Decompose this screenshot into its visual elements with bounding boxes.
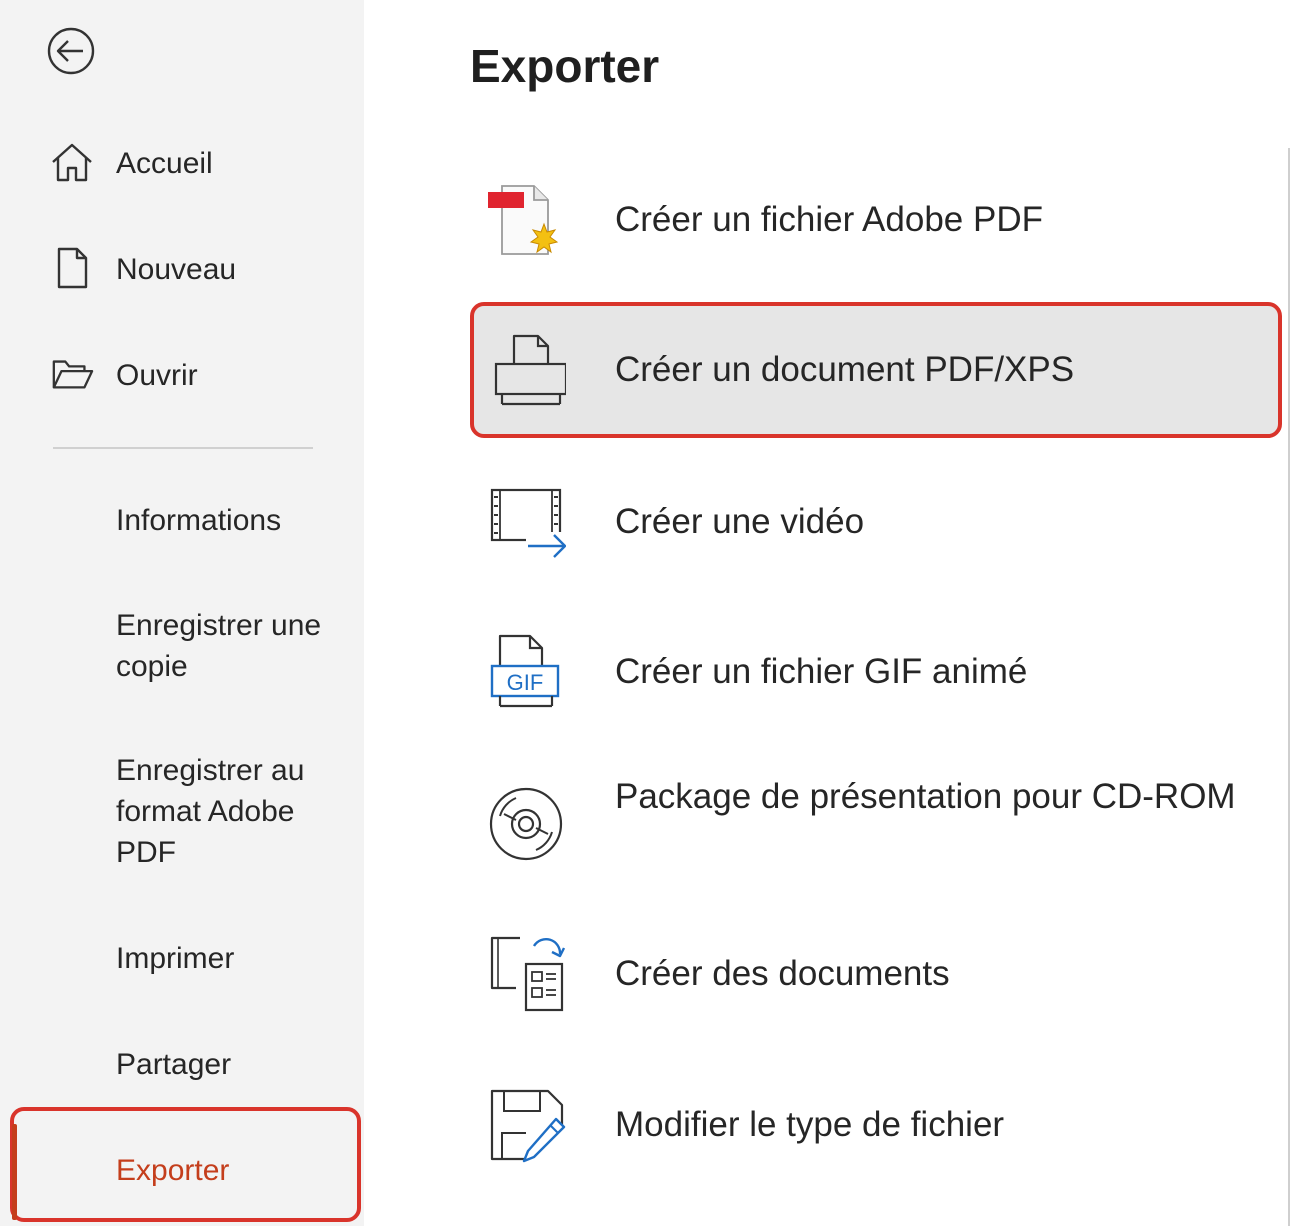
option-create-adobe-pdf[interactable]: Créer un fichier Adobe PDF (470, 152, 1282, 288)
cd-rom-icon (486, 784, 566, 864)
option-create-pdf-xps[interactable]: Créer un document PDF/XPS (470, 302, 1282, 438)
option-create-video[interactable]: Créer une vidéo (470, 454, 1282, 590)
back-button[interactable] (40, 24, 102, 78)
sidebar-divider (53, 447, 313, 449)
new-document-icon (50, 246, 94, 290)
option-create-handouts[interactable]: Créer des documents (470, 906, 1282, 1042)
sidebar-item-label: Imprimer (116, 942, 235, 975)
home-icon (50, 140, 94, 184)
pdf-xps-icon (486, 330, 566, 410)
sidebar-item-label: Ouvrir (116, 359, 198, 392)
scrollbar[interactable] (1288, 148, 1290, 1226)
gif-icon-text: GIF (507, 670, 544, 695)
option-label: Créer une vidéo (615, 502, 865, 541)
change-file-type-icon (486, 1085, 566, 1165)
option-change-file-type[interactable]: Modifier le type de fichier (470, 1057, 1282, 1193)
option-label: Créer des documents (615, 954, 950, 993)
sidebar-item-label: Informations (116, 504, 282, 537)
sidebar-item-enregistrer-adobe-pdf[interactable]: Enregistrer au format Adobe PDF (0, 750, 364, 880)
option-label: Package de présentation pour CD-ROM (615, 777, 1236, 816)
sidebar-item-label: Enregistrer au format Adobe PDF (116, 754, 305, 869)
sidebar-item-exporter[interactable]: Exporter (0, 1150, 364, 1198)
back-arrow-icon (47, 27, 95, 75)
option-label: Créer un fichier GIF animé (615, 652, 1028, 691)
page-title: Exporter (470, 40, 660, 92)
sidebar-item-ouvrir[interactable]: Ouvrir (0, 352, 364, 402)
option-label: Créer un document PDF/XPS (615, 350, 1075, 389)
option-label: Modifier le type de fichier (615, 1105, 1005, 1144)
sidebar-item-enregistrer-copie[interactable]: Enregistrer une copie (0, 605, 364, 695)
sidebar-item-label: Accueil (116, 147, 213, 180)
sidebar-item-partager[interactable]: Partager (0, 1044, 364, 1092)
handouts-icon (486, 934, 566, 1014)
backstage-sidebar: Accueil Nouveau Ouvrir Informations Enre… (0, 0, 364, 1226)
sidebar-item-imprimer[interactable]: Imprimer (0, 938, 364, 986)
option-package-cd-rom[interactable]: Package de présentation pour CD-ROM (470, 756, 1282, 892)
video-icon (486, 482, 566, 562)
sidebar-item-nouveau[interactable]: Nouveau (0, 246, 364, 296)
sidebar-item-informations[interactable]: Informations (0, 500, 364, 548)
adobe-pdf-icon (486, 180, 566, 260)
option-label: Créer un fichier Adobe PDF (615, 200, 1043, 239)
sidebar-item-label: Exporter (116, 1154, 230, 1187)
gif-icon: GIF (486, 632, 566, 712)
sidebar-item-label: Enregistrer une copie (116, 609, 322, 683)
sidebar-item-label: Partager (116, 1048, 232, 1081)
sidebar-item-accueil[interactable]: Accueil (0, 140, 364, 190)
sidebar-item-label: Nouveau (116, 253, 237, 286)
folder-open-icon (50, 352, 94, 396)
option-create-gif[interactable]: GIF Créer un fichier GIF animé (470, 604, 1282, 740)
